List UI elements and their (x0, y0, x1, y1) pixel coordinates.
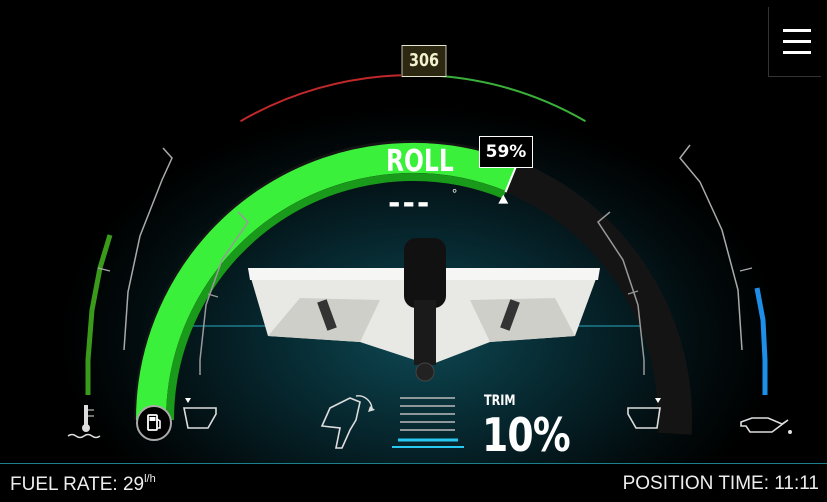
hull-starboard-icon (627, 398, 661, 429)
oil-pressure-scale (679, 144, 768, 395)
fuel-rate: FUEL RATE: 29l/h (10, 473, 156, 496)
oil-pressure-bar (754, 287, 768, 395)
speed-readout: 306 (401, 45, 447, 77)
trim-label: TRIM (484, 393, 516, 409)
roll-label: ROLL (386, 144, 454, 179)
engine-temp-icon (67, 405, 101, 439)
position-time-value: 11:11 (774, 473, 819, 494)
hamburger-menu-icon-line (783, 51, 811, 54)
speed-range-red-arc (240, 74, 402, 123)
hamburger-menu-icon (783, 29, 811, 32)
position-time-label: POSITION TIME: (622, 473, 769, 494)
fuel-level-bar (85, 234, 113, 395)
throttle-percent-readout: 59% (479, 136, 533, 168)
boat-stern-illustration (248, 238, 600, 382)
speed-range-green-arc (437, 74, 586, 123)
hull-port-icon (183, 398, 217, 429)
menu-button[interactable] (768, 7, 821, 77)
engine-tilt-icon (320, 395, 375, 449)
fuel-pump-button[interactable] (136, 405, 172, 441)
hamburger-menu-icon-line (783, 40, 811, 43)
roll-value: --- (388, 186, 432, 221)
fuel-rate-value: 29 (122, 474, 145, 495)
trim-bars (392, 397, 464, 448)
engine-display: 306 59% ROLL --- ° TRIM 10% FUEL RATE: 2… (0, 0, 827, 502)
fuel-rate-unit: l/h (144, 473, 156, 485)
status-footer: FUEL RATE: 29l/h POSITION TIME: 11:11 (0, 463, 827, 502)
fuel-rate-label: FUEL RATE: (10, 474, 118, 495)
fuel-pump-icon (147, 414, 161, 431)
trim-value: 10% (482, 408, 571, 462)
position-time: POSITION TIME: 11:11 (623, 473, 819, 495)
oil-can-icon (740, 417, 792, 434)
roll-unit: ° (452, 186, 458, 201)
